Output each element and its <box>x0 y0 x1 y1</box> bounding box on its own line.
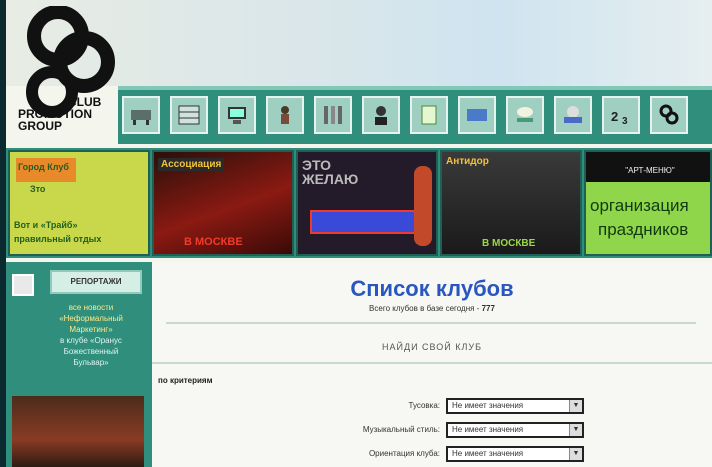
banner-4-line-2: В МОСКВЕ <box>482 238 536 249</box>
banner-2-line-2: В МОСКВЕ <box>184 236 243 248</box>
news-text-line-2: Божественный <box>63 347 119 356</box>
lamp-icon <box>517 107 533 122</box>
banner-5-line-2: организация <box>590 196 689 215</box>
icon-nav-bar: 23 <box>118 86 712 144</box>
banner-1[interactable]: Город Клуб Зто Вот и «Трайб» правильный … <box>8 150 150 256</box>
banner-2-line-1: Ассоциация <box>158 158 225 171</box>
nav-button-club-logo[interactable] <box>650 96 688 134</box>
grid-icon <box>178 105 200 125</box>
nav-button-lamp[interactable] <box>506 96 544 134</box>
filter-row-party: Тусовка: Не имеет значения ▼ <box>152 398 592 416</box>
nav-button-document[interactable] <box>410 96 448 134</box>
banner-strip: Город Клуб Зто Вот и «Трайб» правильный … <box>6 148 712 258</box>
car-icon <box>564 106 582 123</box>
nav-button-desk[interactable] <box>122 96 160 134</box>
club-count-label: Всего клубов в базе сегодня - <box>369 304 480 313</box>
nav-button-grid[interactable] <box>170 96 208 134</box>
party-select-value: Не имеет значения <box>452 401 524 410</box>
sidebar-header[interactable]: РЕПОРТАЖИ <box>50 270 142 294</box>
numbers-icon: 23 <box>611 109 628 126</box>
document-icon <box>421 105 437 125</box>
banner-2[interactable]: Ассоциация В МОСКВЕ <box>152 150 294 256</box>
desk-icon <box>131 110 151 125</box>
nav-button-dj[interactable] <box>362 96 400 134</box>
banner-1-line-1: Город Клуб <box>18 162 69 172</box>
banner-4[interactable]: Антидор В МОСКВЕ <box>440 150 582 256</box>
orientation-select[interactable]: Не имеет значения ▼ <box>446 446 584 462</box>
chevron-down-icon: ▼ <box>569 400 582 412</box>
music-style-select[interactable]: Не имеет значения ▼ <box>446 422 584 438</box>
news-link-line-2[interactable]: Маркетинг» <box>36 324 146 335</box>
nav-button-car[interactable] <box>554 96 592 134</box>
sidebar-news: все новости «Неформальный Маркетинг» в к… <box>36 302 146 368</box>
reports-icon <box>12 274 34 296</box>
banner-1-line-2: Зто <box>30 184 46 194</box>
chevron-down-icon: ▼ <box>569 424 582 436</box>
club-count-line: Всего клубов в базе сегодня - 777 <box>152 304 712 313</box>
orientation-select-value: Не имеет значения <box>452 449 524 458</box>
banner-3-figure <box>414 166 432 246</box>
report-photo[interactable] <box>12 396 144 467</box>
banner-3-button <box>310 210 424 234</box>
nav-button-monitor[interactable] <box>458 96 496 134</box>
banner-3-line-1: ЭТО <box>302 157 332 173</box>
banner-3-line-2: ЖЕЛАЮ <box>302 171 359 187</box>
divider <box>166 322 696 324</box>
logo-line-3: GROUP <box>18 119 63 133</box>
filter-row-orientation: Ориентация клуба: Не имеет значения ▼ <box>152 446 592 464</box>
nav-button-computer[interactable] <box>218 96 256 134</box>
musician-icon <box>281 106 289 124</box>
chevron-down-icon: ▼ <box>569 448 582 460</box>
party-select[interactable]: Не имеет значения ▼ <box>446 398 584 414</box>
nav-button-numbers[interactable]: 23 <box>602 96 640 134</box>
divider <box>152 362 712 364</box>
sidebar: РЕПОРТАЖИ все новости «Неформальный Марк… <box>6 262 152 467</box>
svg-text:3: 3 <box>622 116 628 126</box>
banner-1-line-3: Вот и «Трайб» <box>14 220 78 230</box>
criteria-label: по критериям <box>158 376 213 385</box>
music-style-select-value: Не имеет значения <box>452 425 524 434</box>
page-frame: CLUB PROMOTION GROUP 2 3 Город Клуб Зто … <box>6 0 712 467</box>
filter-label-music: Музыкальный стиль: <box>362 425 440 434</box>
banner-1-line-4: правильный отдых <box>14 234 102 244</box>
club-count-value: 777 <box>481 304 495 313</box>
banner-5-line-1: "АРТ-МЕНЮ" <box>625 166 675 175</box>
banner-5-line-3: праздников <box>598 220 689 239</box>
club-logo-icon <box>659 104 679 125</box>
logo-text: CLUB PROMOTION GROUP <box>18 96 101 132</box>
news-text-line-3: Бульвар» <box>73 358 109 367</box>
stripes-icon <box>324 106 342 124</box>
news-text-line-1: в клубе «Оранус <box>60 336 122 345</box>
svg-text:2: 2 <box>611 109 618 124</box>
main-content: Список клубов Всего клубов в базе сегодн… <box>152 262 712 467</box>
nav-button-stripes[interactable] <box>314 96 352 134</box>
site-header: CLUB PROMOTION GROUP <box>6 0 712 132</box>
dj-icon <box>375 106 387 125</box>
news-link-line-1[interactable]: «Неформальный <box>36 313 146 324</box>
all-news-link[interactable]: все новости <box>36 302 146 313</box>
page-title: Список клубов <box>350 276 514 301</box>
filter-label-party: Тусовка: <box>408 401 440 410</box>
find-club-link[interactable]: НАЙДИ СВОЙ КЛУБ <box>152 342 712 352</box>
computer-icon <box>228 107 246 124</box>
filter-label-orientation: Ориентация клуба: <box>368 449 440 458</box>
filter-row-music: Музыкальный стиль: Не имеет значения ▼ <box>152 422 592 440</box>
banner-4-line-1: Антидор <box>446 156 489 167</box>
nav-button-musician[interactable] <box>266 96 304 134</box>
monitor-icon <box>467 109 487 121</box>
banner-3[interactable]: ЭТО ЖЕЛАЮ <box>296 150 438 256</box>
banner-5[interactable]: "АРТ-МЕНЮ" организация праздников <box>584 150 712 256</box>
